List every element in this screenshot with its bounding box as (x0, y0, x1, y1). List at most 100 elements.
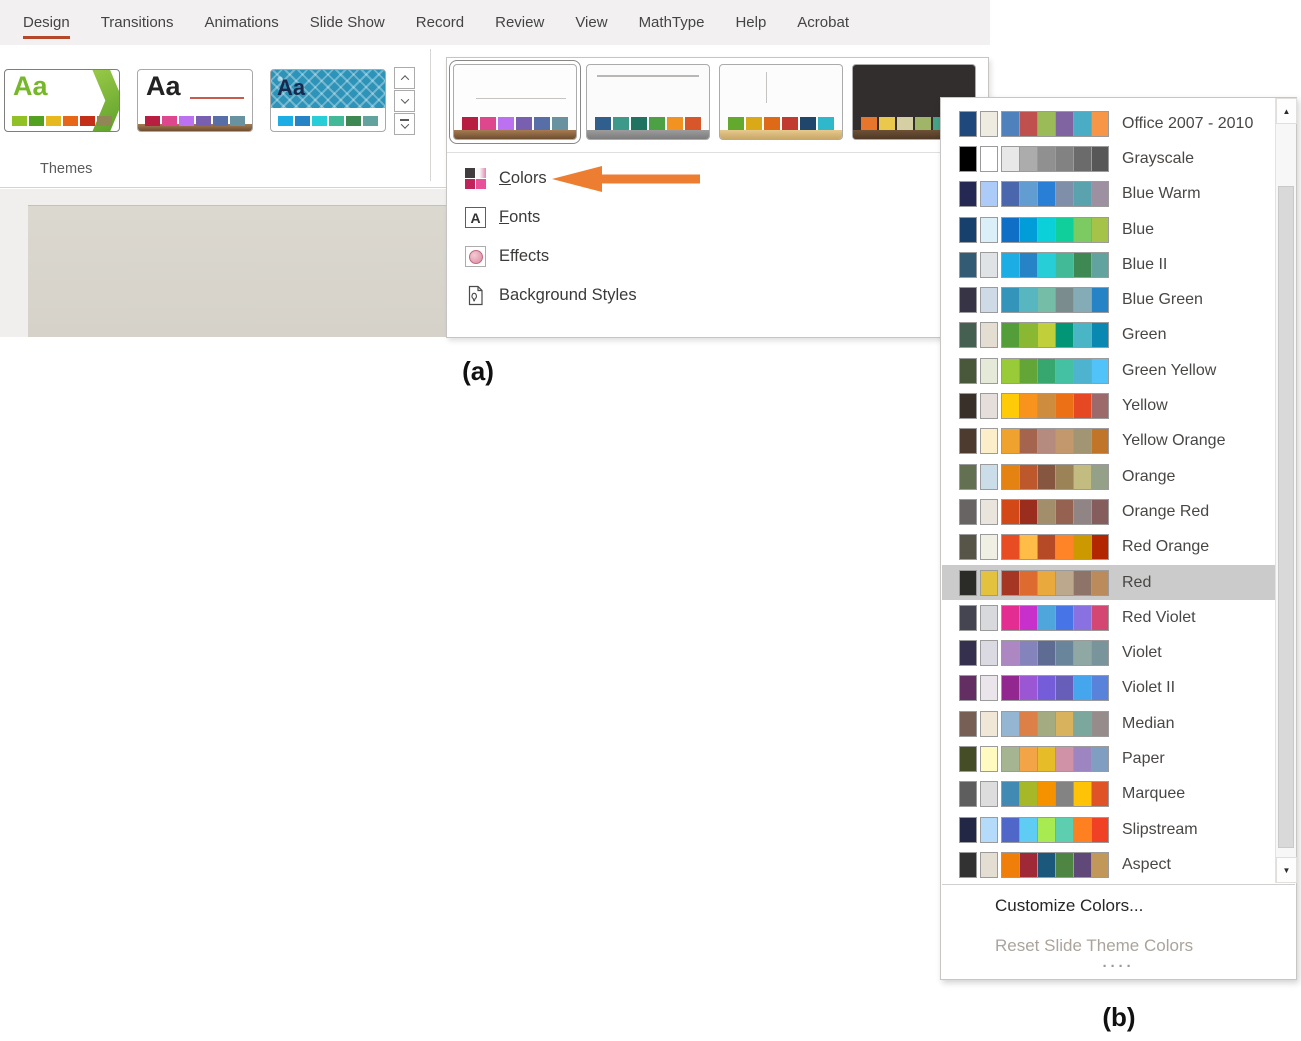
color-theme-grayscale[interactable]: Grayscale (942, 141, 1275, 176)
customize-colors-button[interactable]: Customize Colors... (995, 888, 1143, 924)
color-swatch-strip (959, 570, 1109, 596)
caption-a: (a) (448, 356, 508, 387)
color-theme-aspect[interactable]: Aspect (942, 847, 1275, 882)
menu-item-colors[interactable]: Colors (447, 159, 988, 198)
flyout-separator (942, 884, 1295, 885)
color-theme-orange[interactable]: Orange (942, 459, 1275, 494)
color-theme-green[interactable]: Green (942, 318, 1275, 353)
color-theme-name: Median (1122, 715, 1174, 733)
color-theme-yellow[interactable]: Yellow (942, 388, 1275, 423)
color-theme-name: Blue (1122, 221, 1154, 239)
colors-icon (465, 168, 486, 189)
color-swatch-strip (959, 393, 1109, 419)
color-theme-name: Yellow (1122, 397, 1168, 415)
color-theme-slipstream[interactable]: Slipstream (942, 812, 1275, 847)
theme-swatches (278, 116, 378, 126)
color-swatch-strip (959, 217, 1109, 243)
menu-item-effects[interactable]: Effects (447, 237, 988, 276)
color-theme-name: Marquee (1122, 785, 1185, 803)
themes-scroll-up-button[interactable] (394, 67, 415, 89)
color-theme-red-violet[interactable]: Red Violet (942, 600, 1275, 635)
menu-item-fonts[interactable]: AFonts (447, 198, 988, 237)
color-swatch-strip (959, 817, 1109, 843)
color-swatch-strip (959, 287, 1109, 313)
variant-thumbnail-1[interactable] (453, 64, 577, 140)
dropdown-separator (447, 152, 988, 153)
theme-thumbnail-integral[interactable]: Aa (270, 69, 386, 132)
tab-slide-show[interactable]: Slide Show (310, 0, 385, 45)
scroll-up-button[interactable]: ▲ (1276, 98, 1297, 124)
theme-letters: Aa (13, 71, 48, 102)
variant-thumbnail-3[interactable] (719, 64, 843, 140)
color-theme-name: Paper (1122, 750, 1165, 768)
themes-more-button[interactable] (394, 113, 415, 135)
tab-animations[interactable]: Animations (205, 0, 279, 45)
variant-floor (587, 130, 709, 139)
callout-arrow-icon (552, 165, 700, 193)
color-theme-yellow-orange[interactable]: Yellow Orange (942, 424, 1275, 459)
tab-acrobat[interactable]: Acrobat (797, 0, 849, 45)
color-theme-name: Blue Green (1122, 291, 1203, 309)
theme-decoration (190, 97, 244, 99)
themes-group-label: Themes (40, 161, 92, 177)
color-theme-green-yellow[interactable]: Green Yellow (942, 353, 1275, 388)
color-swatch-strip (959, 499, 1109, 525)
menu-item-background-styles[interactable]: Background Styles (447, 276, 988, 315)
slide-canvas-area (0, 189, 446, 337)
chevron-up-icon (400, 75, 408, 83)
theme-thumbnail-facet[interactable]: Aa (4, 69, 120, 132)
variant-floor (720, 130, 842, 139)
color-theme-orange-red[interactable]: Orange Red (942, 494, 1275, 529)
tab-help[interactable]: Help (735, 0, 766, 45)
theme-letters: Aa (277, 75, 305, 101)
color-theme-blue-warm[interactable]: Blue Warm (942, 177, 1275, 212)
flyout-scrollbar[interactable]: ▲ ▼ (1275, 98, 1296, 883)
tab-design[interactable]: Design (23, 0, 70, 45)
menu-item-label: Colors (499, 169, 547, 188)
chevron-down-icon (400, 120, 408, 128)
color-theme-paper[interactable]: Paper (942, 741, 1275, 776)
variant-line (597, 75, 700, 77)
color-swatch-strip (959, 464, 1109, 490)
variant-swatches (595, 117, 701, 130)
tab-review[interactable]: Review (495, 0, 544, 45)
color-theme-name: Orange Red (1122, 503, 1209, 521)
scroll-down-button[interactable]: ▼ (1276, 857, 1297, 883)
variant-swatches (728, 117, 834, 130)
scrollbar-thumb[interactable] (1278, 186, 1294, 848)
tab-transitions[interactable]: Transitions (101, 0, 174, 45)
color-theme-blue-green[interactable]: Blue Green (942, 282, 1275, 317)
variants-menu: Colors AFontsEffects Background Styles (447, 159, 988, 315)
tab-mathtype[interactable]: MathType (639, 0, 705, 45)
ribbon-group-separator (430, 49, 431, 181)
themes-gallery-scrollbar (394, 67, 415, 136)
color-theme-office-2007-2010[interactable]: Office 2007 - 2010 (942, 106, 1275, 141)
tab-view[interactable]: View (575, 0, 607, 45)
theme-thumbnail-gallery[interactable]: Aa (137, 69, 253, 132)
flyout-resize-handle[interactable]: ···· (941, 958, 1296, 975)
chevron-down-icon (400, 95, 408, 103)
color-theme-violet-ii[interactable]: Violet II (942, 671, 1275, 706)
triangle-down-icon: ▼ (1283, 866, 1291, 875)
color-theme-marquee[interactable]: Marquee (942, 777, 1275, 812)
color-theme-blue-ii[interactable]: Blue II (942, 247, 1275, 282)
color-theme-name: Yellow Orange (1122, 432, 1225, 450)
color-theme-name: Red Orange (1122, 538, 1209, 556)
tab-record[interactable]: Record (416, 0, 464, 45)
color-theme-red[interactable]: Red (942, 565, 1275, 600)
variants-dropdown: Colors AFontsEffects Background Styles (446, 57, 989, 338)
slide (28, 205, 446, 337)
color-swatch-strip (959, 111, 1109, 137)
color-theme-median[interactable]: Median (942, 706, 1275, 741)
color-theme-red-orange[interactable]: Red Orange (942, 530, 1275, 565)
variant-swatches (462, 117, 568, 130)
caption-b: (b) (1084, 1002, 1154, 1033)
color-theme-name: Grayscale (1122, 150, 1194, 168)
menu-item-label: Background Styles (499, 286, 637, 305)
color-theme-blue[interactable]: Blue (942, 212, 1275, 247)
themes-scroll-down-button[interactable] (394, 90, 415, 112)
effects-icon (465, 246, 486, 267)
color-theme-violet[interactable]: Violet (942, 635, 1275, 670)
color-swatch-strip (959, 746, 1109, 772)
variant-thumbnail-2[interactable] (586, 64, 710, 140)
